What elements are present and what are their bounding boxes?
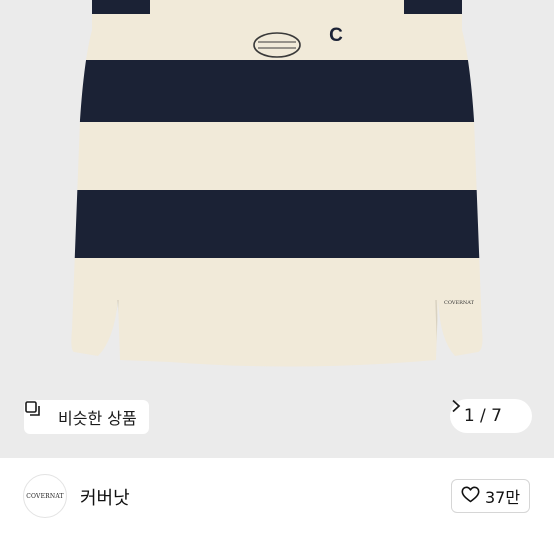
shop-name[interactable]: 커버낫	[80, 484, 130, 510]
page-counter-text: 1 / 7	[463, 406, 502, 426]
like-button[interactable]: 37만	[451, 479, 530, 513]
shop-logo-text: COVERNAT	[26, 492, 64, 500]
similar-items-label: 비슷한 상품	[58, 409, 137, 428]
chevron-right-icon[interactable]	[452, 399, 522, 423]
product-image-gallery[interactable]: C COVERNAT 비슷한 상품 1 / 7	[0, 0, 554, 458]
product-photo: C COVERNAT	[0, 0, 554, 458]
image-page-counter[interactable]: 1 / 7	[449, 399, 532, 433]
similar-items-button[interactable]: 비슷한 상품	[24, 400, 149, 434]
shop-avatar[interactable]: COVERNAT	[23, 474, 67, 518]
heart-outline-icon	[461, 486, 480, 507]
shop-bar: COVERNAT 커버낫 37만	[0, 458, 554, 554]
similar-items-icon	[25, 401, 52, 426]
sleeve-logo: COVERNAT	[444, 300, 475, 306]
like-count: 37만	[484, 488, 521, 507]
badge-letter: C	[329, 25, 343, 46]
